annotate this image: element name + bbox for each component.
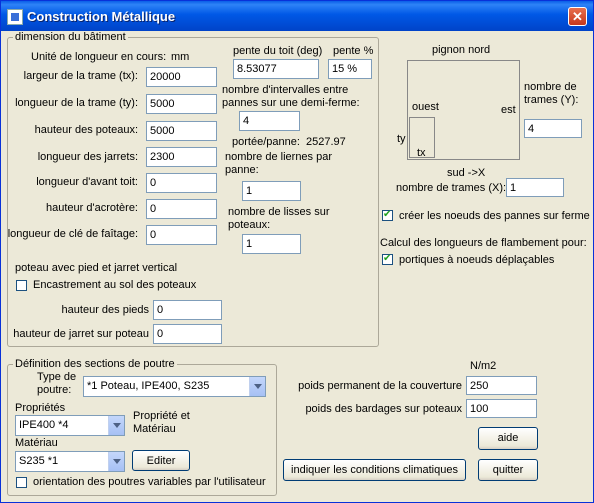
chevron-down-icon[interactable] — [249, 377, 265, 396]
materiau-value: S235 *1 — [19, 455, 59, 467]
orientation-checkbox[interactable] — [16, 477, 27, 488]
field-label-jarrets: longueur des jarrets: — [37, 151, 138, 163]
conditions-climatiques-button[interactable]: indiquer les conditions climatiques — [283, 459, 466, 481]
intervalles-input[interactable]: 4 — [239, 111, 300, 131]
field-label-longueur: longueur de la trame (ty): — [15, 97, 138, 109]
hauteur-poteaux-input[interactable]: 5000 — [146, 121, 217, 141]
unit-nm2-label: N/m2 — [470, 360, 497, 372]
intervalles-label: nombre d'intervalles entre pannes sur un… — [222, 84, 360, 109]
type-poutre-value: *1 Poteau, IPE400, S235 — [87, 380, 210, 392]
field-label-hauteur-poteaux: hauteur des poteaux: — [34, 124, 138, 136]
type-poutre-select[interactable]: *1 Poteau, IPE400, S235 — [83, 376, 266, 397]
poids-couverture-input[interactable]: 250 — [466, 376, 537, 395]
jarrets-input[interactable]: 2300 — [146, 147, 217, 167]
chevron-down-icon[interactable] — [108, 452, 124, 471]
tx-label: tx — [417, 147, 426, 159]
hauteur-pieds-input[interactable]: 0 — [153, 300, 222, 320]
field-label-largeur: largeur de la trame (tx): — [23, 70, 138, 82]
type-poutre-label: Type de poutre: — [37, 371, 77, 396]
est-label: est — [501, 104, 516, 116]
trames-y-label: nombre de trames (Y): — [524, 81, 579, 106]
pente-pct-input[interactable]: 15 % — [328, 59, 372, 79]
acrotere-input[interactable]: 0 — [146, 199, 217, 219]
liernes-input[interactable]: 1 — [242, 181, 301, 201]
avant-toit-input[interactable]: 0 — [146, 173, 217, 193]
encastrement-checkbox[interactable] — [16, 280, 27, 291]
sud-label: sud ->X — [447, 167, 486, 179]
window-title: Construction Métallique — [27, 9, 176, 24]
chevron-down-icon[interactable] — [108, 416, 124, 435]
portiques-label: portiques à noeuds déplaçables — [399, 254, 555, 266]
poteau-title: poteau avec pied et jarret vertical — [15, 262, 178, 274]
app-icon — [7, 9, 23, 25]
cle-faitage-input[interactable]: 0 — [146, 225, 217, 245]
materiau-label: Matériau — [15, 437, 58, 449]
trames-x-label: nombre de trames (X): — [396, 182, 507, 194]
field-label-cle-faitage: longueur de clé de faîtage: — [7, 228, 138, 240]
proprietes-label: Propriétés — [15, 402, 66, 414]
ouest-label: ouest — [412, 101, 439, 113]
title-bar: Construction Métallique ✕ — [1, 1, 593, 31]
ty-label: ty — [397, 133, 406, 145]
noeuds-pannes-label: créer les noeuds des pannes sur ferme — [399, 210, 590, 222]
pente-deg-label: pente du toit (deg) — [233, 45, 323, 57]
quitter-button[interactable]: quitter — [478, 459, 538, 481]
poids-bardages-label: poids des bardages sur poteaux — [305, 403, 462, 415]
portee-label: portée/panne: — [232, 136, 300, 148]
sections-group-legend: Définition des sections de poutre — [13, 358, 177, 370]
pente-deg-input[interactable]: 8.53077 — [233, 59, 319, 79]
aide-button[interactable]: aide — [478, 427, 538, 450]
proprietes-value: IPE400 *4 — [19, 419, 69, 431]
liernes-label: nombre de liernes par panne: — [225, 151, 333, 176]
portiques-checkbox[interactable] — [382, 252, 393, 265]
largeur-input[interactable]: 20000 — [146, 67, 217, 87]
editer-button[interactable]: Editer — [132, 450, 190, 471]
trames-y-input[interactable]: 4 — [524, 119, 582, 138]
field-label-avant-toit: longueur d'avant toit: — [36, 176, 138, 188]
proprietes-select[interactable]: IPE400 *4 — [15, 415, 125, 436]
hauteur-pieds-label: hauteur des pieds — [61, 304, 149, 316]
dimension-group-legend: dimension du bâtiment — [13, 31, 128, 43]
flambement-label: Calcul des longueurs de flambement pour: — [380, 237, 587, 249]
hauteur-jarret-label: hauteur de jarret sur poteau — [13, 328, 149, 340]
poids-bardages-input[interactable]: 100 — [466, 399, 537, 418]
orientation-label: orientation des poutres variables par l'… — [33, 476, 266, 488]
pignon-label: pignon nord — [432, 44, 491, 56]
portee-value: 2527.97 — [306, 136, 346, 148]
hauteur-jarret-input[interactable]: 0 — [153, 324, 222, 344]
close-button[interactable]: ✕ — [568, 7, 587, 26]
field-label-acrotere: hauteur d'acrotère: — [46, 202, 138, 214]
poids-couverture-label: poids permanent de la couverture — [298, 380, 462, 392]
unit-value: mm — [171, 51, 190, 63]
lisses-label: nombre de lisses sur poteaux: — [228, 206, 330, 231]
longueur-input[interactable]: 5000 — [146, 94, 217, 114]
noeuds-pannes-checkbox[interactable] — [382, 208, 393, 221]
prop-mat-label: Propriété et Matériau — [133, 410, 190, 435]
trames-x-input[interactable]: 1 — [506, 178, 564, 197]
encastrement-label: Encastrement au sol des poteaux — [33, 279, 197, 291]
pente-pct-label: pente % — [333, 45, 374, 57]
materiau-select[interactable]: S235 *1 — [15, 451, 125, 472]
unit-label: Unité de longueur en cours: — [31, 51, 167, 63]
lisses-input[interactable]: 1 — [242, 234, 301, 254]
